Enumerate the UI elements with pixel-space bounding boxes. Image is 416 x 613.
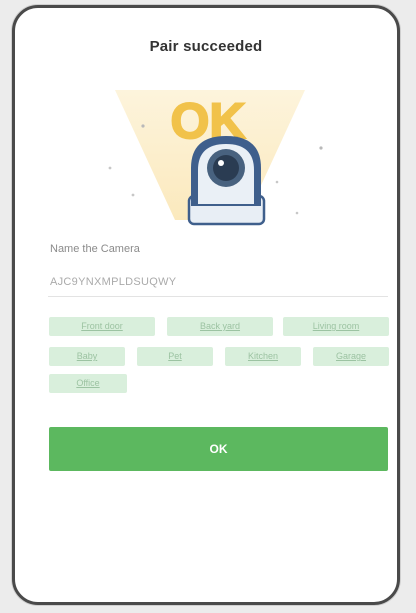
preset-name-chip[interactable]: Front door bbox=[49, 317, 155, 336]
sparkle bbox=[108, 166, 112, 170]
preset-name-chip[interactable]: Back yard bbox=[167, 317, 273, 336]
camera-icon bbox=[187, 136, 266, 226]
camera-name-label: Name the Camera bbox=[50, 243, 140, 255]
sparkle bbox=[141, 124, 145, 128]
preset-name-chip[interactable]: Garage bbox=[313, 347, 389, 366]
sparkle bbox=[131, 193, 135, 197]
sparkle bbox=[295, 211, 299, 215]
preset-name-chip[interactable]: Living room bbox=[283, 317, 389, 336]
phone-frame: Pair succeeded OK Name the Camera Front … bbox=[12, 5, 400, 605]
preset-name-chip[interactable]: Baby bbox=[49, 347, 125, 366]
camera-name-input[interactable] bbox=[48, 268, 388, 297]
sparkle bbox=[319, 146, 323, 150]
preset-name-chip[interactable]: Pet bbox=[137, 347, 213, 366]
preset-name-chip[interactable]: Kitchen bbox=[225, 347, 301, 366]
preset-name-chip[interactable]: Office bbox=[49, 374, 127, 393]
ok-button[interactable]: OK bbox=[49, 427, 388, 471]
pairing-illustration: OK bbox=[108, 90, 323, 226]
sparkle bbox=[275, 180, 279, 184]
